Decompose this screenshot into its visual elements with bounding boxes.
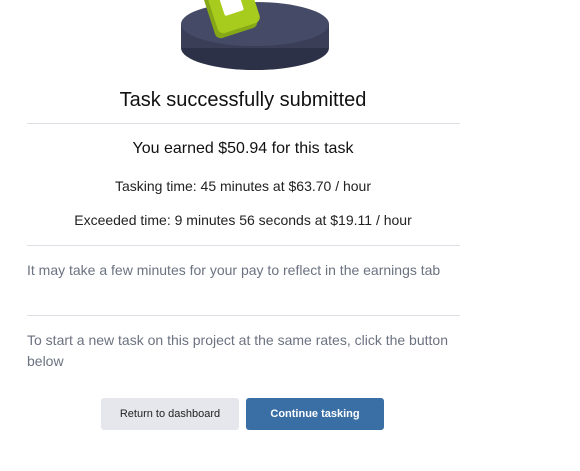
return-to-dashboard-button[interactable]: Return to dashboard — [101, 398, 239, 430]
continue-tasking-button[interactable]: Continue tasking — [246, 398, 384, 430]
earned-amount: You earned $50.94 for this task — [132, 140, 354, 157]
exceeded-time: Exceeded time: 9 minutes 56 seconds at $… — [74, 212, 412, 228]
tasking-time: Tasking time: 45 minutes at $63.70 / hou… — [114, 178, 372, 194]
divider — [27, 123, 460, 124]
task-complete-badge-icon — [181, 0, 329, 70]
divider — [27, 315, 460, 316]
pay-reflect-note: It may take a few minutes for your pay t… — [27, 262, 441, 278]
start-new-task-note: To start a new task on this project at t… — [27, 332, 448, 369]
divider — [27, 245, 460, 246]
page-title: Task successfully submitted — [119, 89, 367, 111]
task-complete-illustration — [170, 0, 340, 82]
